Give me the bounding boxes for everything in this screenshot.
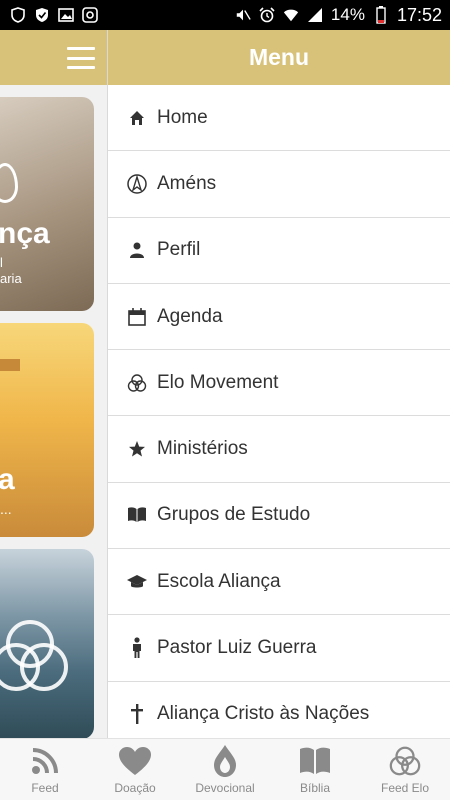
hamburger-menu-icon[interactable] xyxy=(67,47,95,69)
feed-card-title: nça xyxy=(0,217,50,250)
menu-title: Menu xyxy=(248,44,310,70)
mute-icon xyxy=(235,7,251,23)
book-icon xyxy=(126,504,148,526)
feed-card[interactable]: a ... xyxy=(0,323,94,537)
menu-item-grupos-de-estudo[interactable]: Grupos de Estudo xyxy=(108,483,450,550)
tab-label: Devocional xyxy=(195,781,255,795)
feed-card-subtitle-line: aria xyxy=(0,271,22,286)
tab-label: Bíblia xyxy=(299,781,331,795)
menu-item-amens[interactable]: Améns xyxy=(108,151,450,218)
feed-list: nça l aria a ... xyxy=(0,85,108,738)
calendar-icon xyxy=(126,306,148,328)
menu-item-agenda[interactable]: Agenda xyxy=(108,284,450,351)
graduation-cap-icon xyxy=(126,571,148,593)
drop-logo-icon xyxy=(0,163,18,203)
tab-devocional[interactable]: Devocional xyxy=(180,739,270,800)
wifi-icon xyxy=(283,7,299,23)
status-right-icons: 14% 17:52 xyxy=(235,5,442,26)
battery-icon xyxy=(373,6,389,24)
tab-label: Doação xyxy=(114,781,156,795)
feed-card[interactable]: nça l aria xyxy=(0,97,94,311)
menu-item-label: Pastor Luiz Guerra xyxy=(157,637,317,659)
status-left-icons xyxy=(10,7,98,23)
menu-item-escola-alianca[interactable]: Escola Aliança xyxy=(108,549,450,616)
feed-card-subtitle: ... xyxy=(0,501,12,517)
elo-rings-icon xyxy=(388,744,422,778)
shield-check-icon xyxy=(34,7,50,23)
open-book-icon xyxy=(298,744,332,778)
tab-feed-elo[interactable]: Feed Elo xyxy=(360,739,450,800)
feed-card-title: a xyxy=(0,463,15,496)
elo-rings-icon xyxy=(0,620,68,691)
tab-feed[interactable]: Feed xyxy=(0,739,90,800)
menu-item-label: Améns xyxy=(157,172,217,194)
menu-item-pastor-luiz-guerra[interactable]: Pastor Luiz Guerra xyxy=(108,615,450,682)
battery-percent: 14% xyxy=(330,5,365,24)
feed-card-subtitle: l aria xyxy=(0,255,22,287)
menu-item-label: Agenda xyxy=(157,305,223,327)
person-icon xyxy=(126,239,148,261)
navigation-drawer: Menu Home Améns Perfil Agenda Elo Moveme… xyxy=(107,30,450,748)
menu-item-label: Elo Movement xyxy=(157,371,279,393)
tab-label: Feed xyxy=(31,781,59,795)
tab-biblia[interactable]: Bíblia xyxy=(270,739,360,800)
image-icon xyxy=(58,7,74,23)
man-icon xyxy=(126,637,148,659)
status-bar: 14% 17:52 xyxy=(0,0,450,30)
lock-square-icon xyxy=(82,7,98,23)
feed-card-subtitle-line: l xyxy=(0,255,3,270)
menu-item-ministerios[interactable]: Ministérios xyxy=(108,416,450,483)
menu-item-home[interactable]: Home xyxy=(108,85,450,152)
star-icon xyxy=(126,438,148,460)
signal-icon xyxy=(307,7,323,23)
cross-icon xyxy=(126,703,148,725)
flame-drop-icon xyxy=(208,744,242,778)
status-time: 17:52 xyxy=(396,4,442,25)
elo-rings-icon xyxy=(126,372,148,394)
menu-header: Menu xyxy=(108,30,450,85)
decorative-bar xyxy=(0,359,20,371)
tab-label: Feed Elo xyxy=(380,781,430,795)
compass-icon xyxy=(126,173,148,195)
bottom-tab-bar: Feed Doação Devocional Bíblia Feed Elo xyxy=(0,738,450,800)
alarm-icon xyxy=(259,7,275,23)
home-icon xyxy=(126,107,148,129)
feed-card[interactable] xyxy=(0,549,94,738)
rss-icon xyxy=(28,744,62,778)
tab-doacao[interactable]: Doação xyxy=(90,739,180,800)
shield-icon xyxy=(10,7,26,23)
menu-item-elo-movement[interactable]: Elo Movement xyxy=(108,350,450,417)
menu-item-label: Escola Aliança xyxy=(157,570,281,592)
menu-item-label: Grupos de Estudo xyxy=(157,504,311,526)
menu-item-label: Aliança Cristo às Nações xyxy=(157,703,370,725)
heart-icon xyxy=(118,744,152,778)
menu-item-perfil[interactable]: Perfil xyxy=(108,218,450,284)
menu-list: Home Améns Perfil Agenda Elo Movement Mi… xyxy=(108,85,450,748)
menu-item-label: Home xyxy=(157,106,208,128)
menu-item-label: Ministérios xyxy=(157,438,248,460)
menu-item-label: Perfil xyxy=(157,239,201,261)
